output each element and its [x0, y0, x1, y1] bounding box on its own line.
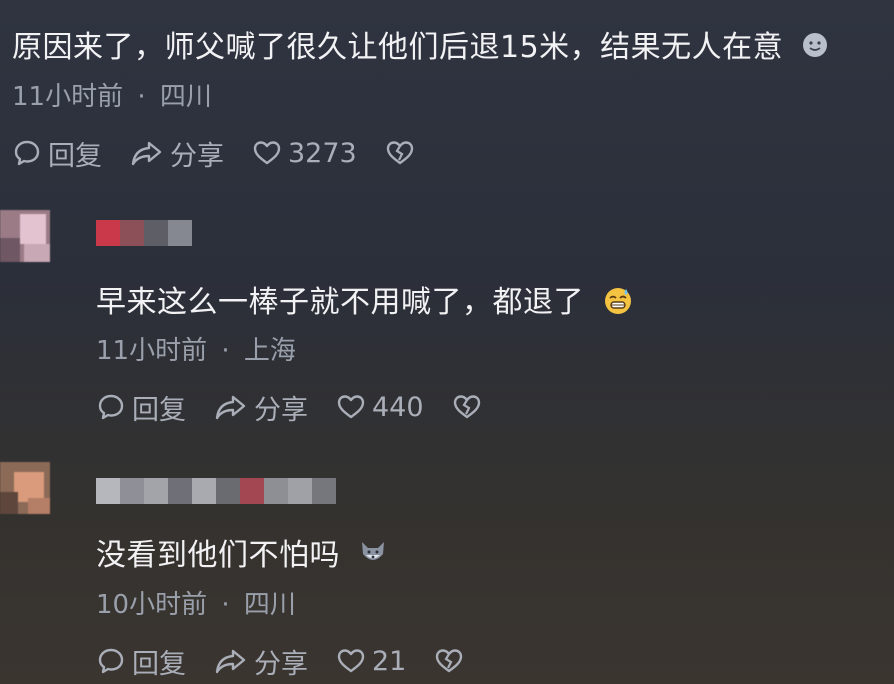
broken-heart-icon: [453, 395, 480, 419]
comment-time: 10小时前: [96, 590, 208, 620]
reply-button[interactable]: 回复: [96, 642, 186, 681]
comment-meta: 11小时前 · 上海: [96, 330, 296, 367]
share-icon: [131, 141, 162, 166]
reply-button[interactable]: 回复: [96, 388, 186, 427]
like-count: 440: [372, 391, 424, 423]
comment-text: 没看到他们不怕吗: [96, 538, 340, 573]
comment-location: 四川: [243, 590, 296, 620]
comment-2-text-row: 早来这么一棒子就不用喊了，都退了: [96, 277, 634, 324]
meta-separator: ·: [221, 590, 230, 620]
dislike-button[interactable]: [452, 392, 488, 422]
heart-icon: [337, 395, 365, 419]
avatar[interactable]: [0, 462, 50, 514]
like-count: 21: [372, 645, 407, 677]
share-label: 分享: [254, 648, 308, 680]
comment-time: 11小时前: [12, 82, 124, 112]
dislike-button[interactable]: [434, 646, 470, 676]
reply-label: 回复: [48, 140, 102, 172]
heart-icon: [253, 141, 281, 165]
share-label: 分享: [170, 140, 224, 172]
share-icon: [215, 395, 246, 420]
comment-meta: 11小时前 · 四川: [12, 76, 212, 113]
broken-heart-icon: [436, 649, 463, 673]
share-button[interactable]: 分享: [214, 642, 308, 681]
comment-time: 11小时前: [96, 336, 208, 366]
reply-label: 回复: [132, 648, 186, 680]
avatar[interactable]: [0, 210, 50, 262]
wolf-face-icon: [358, 538, 388, 576]
username-blurred[interactable]: [96, 220, 192, 246]
comment-text: 原因来了，师父喊了很久让他们后退15米，结果无人在意: [12, 30, 784, 65]
like-count: 3273: [288, 137, 357, 169]
like-button[interactable]: 3273: [252, 138, 357, 169]
broken-heart-icon: [386, 141, 413, 165]
reply-button[interactable]: 回复: [12, 134, 102, 173]
reply-icon: [98, 394, 124, 420]
username-blurred[interactable]: [96, 478, 336, 504]
comment-3-text-row: 没看到他们不怕吗: [96, 530, 388, 576]
reply-icon: [98, 648, 124, 674]
share-label: 分享: [254, 394, 308, 426]
comment-text: 早来这么一棒子就不用喊了，都退了: [96, 285, 584, 320]
like-button[interactable]: 21: [336, 646, 406, 677]
like-button[interactable]: 440: [336, 392, 424, 423]
share-button[interactable]: 分享: [130, 134, 224, 173]
meta-separator: ·: [137, 82, 146, 112]
meta-separator: ·: [221, 336, 230, 366]
comment-actions: 回复 分享 21: [96, 641, 498, 681]
grinning-sweat-face-icon: [602, 284, 634, 324]
comment-location: 上海: [243, 336, 296, 366]
comment-actions: 回复 分享 3273: [12, 133, 449, 173]
reply-icon: [14, 140, 40, 166]
comment-location: 四川: [159, 82, 212, 112]
reply-label: 回复: [132, 394, 186, 426]
comment-meta: 10小时前 · 四川: [96, 584, 296, 621]
heart-icon: [337, 649, 365, 673]
share-button[interactable]: 分享: [214, 388, 308, 427]
comment-actions: 回复 分享 440: [96, 387, 516, 427]
share-icon: [215, 649, 246, 674]
dislike-button[interactable]: [385, 138, 421, 168]
comment-1-text-row: 原因来了，师父喊了很久让他们后退15米，结果无人在意: [12, 22, 829, 67]
smiling-face-icon: [801, 31, 829, 67]
